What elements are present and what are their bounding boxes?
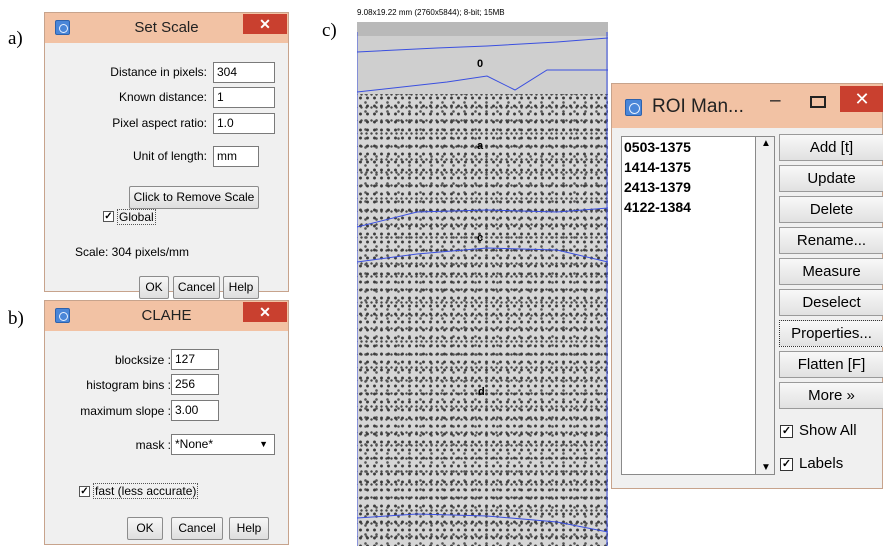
known-distance-field[interactable]: 1 bbox=[213, 87, 275, 108]
histogram-bins-field[interactable]: 256 bbox=[171, 374, 219, 395]
maximum-slope-label: maximum slope : bbox=[80, 404, 171, 418]
panel-label-a: a) bbox=[8, 28, 23, 49]
panel-label-b: b) bbox=[8, 308, 24, 329]
roi-label-2: a bbox=[477, 140, 484, 152]
check-icon: ✓ bbox=[104, 211, 113, 222]
check-icon: ✓ bbox=[781, 458, 792, 470]
chevron-down-icon: ▼ bbox=[259, 439, 268, 449]
close-button[interactable]: ✕ bbox=[840, 86, 883, 112]
scroll-up-icon[interactable]: ▲ bbox=[761, 138, 771, 149]
mask-label: mask : bbox=[135, 438, 171, 452]
distance-in-pixels-label: Distance in pixels: bbox=[110, 65, 207, 79]
image-canvas[interactable]: 0 a c d bbox=[357, 22, 608, 546]
image-info: 9.08x19.22 mm (2760x5844); 8-bit; 15MB bbox=[357, 8, 505, 17]
minimize-button[interactable]: – bbox=[770, 90, 781, 112]
cancel-button[interactable]: Cancel bbox=[171, 517, 223, 540]
blocksize-field[interactable]: 127 bbox=[171, 349, 219, 370]
measure-button[interactable]: Measure bbox=[779, 258, 883, 285]
roi-line-1 bbox=[357, 37, 608, 53]
list-item[interactable]: 4122-1384 bbox=[622, 197, 774, 217]
rename-button[interactable]: Rename... bbox=[779, 227, 883, 254]
close-icon: ✕ bbox=[259, 16, 271, 32]
distance-in-pixels-field[interactable]: 304 bbox=[213, 62, 275, 83]
close-button[interactable]: ✕ bbox=[243, 14, 287, 34]
fast-label: fast (less accurate) bbox=[93, 483, 199, 499]
histogram-bins-label: histogram bins : bbox=[86, 378, 171, 392]
properties-button[interactable]: Properties... bbox=[779, 320, 883, 347]
roi-line-2 bbox=[357, 69, 608, 93]
mask-value: *None* bbox=[175, 437, 214, 451]
fast-checkbox[interactable]: ✓ bbox=[79, 486, 90, 497]
help-button[interactable]: Help bbox=[229, 517, 269, 540]
roi-manager-title: ROI Man... bbox=[652, 96, 744, 117]
panel-label-c: c) bbox=[322, 20, 337, 41]
set-scale-titlebar: Set Scale ✕ bbox=[45, 13, 288, 43]
clahe-titlebar: CLAHE ✕ bbox=[45, 301, 288, 331]
pixel-aspect-ratio-field[interactable]: 1.0 bbox=[213, 113, 275, 134]
list-item[interactable]: 1414-1375 bbox=[622, 157, 774, 177]
roi-line-4 bbox=[357, 247, 608, 263]
deselect-button[interactable]: Deselect bbox=[779, 289, 883, 316]
close-button[interactable]: ✕ bbox=[243, 302, 287, 322]
check-icon: ✓ bbox=[80, 486, 89, 497]
global-checkbox[interactable]: ✓ bbox=[103, 211, 114, 222]
unit-of-length-label: Unit of length: bbox=[132, 149, 207, 163]
roi-line-5 bbox=[357, 513, 608, 533]
set-scale-dialog: Set Scale ✕ Distance in pixels: 304 Know… bbox=[44, 12, 289, 299]
scroll-down-icon[interactable]: ▼ bbox=[761, 462, 771, 473]
more-button[interactable]: More » bbox=[779, 382, 883, 409]
show-all-checkbox[interactable]: ✓ bbox=[780, 425, 793, 438]
roi-label-4: d bbox=[478, 386, 485, 398]
roi-label-3: c bbox=[477, 232, 484, 244]
check-icon: ✓ bbox=[781, 425, 792, 437]
close-icon: ✕ bbox=[259, 304, 271, 320]
scale-text: Scale: 304 pixels/mm bbox=[75, 245, 190, 259]
clahe-dialog: CLAHE ✕ blocksize : 127 histogram bins :… bbox=[44, 300, 289, 545]
flatten-button[interactable]: Flatten [F] bbox=[779, 351, 883, 378]
imagej-icon bbox=[625, 99, 642, 116]
roi-line-3 bbox=[357, 207, 608, 228]
remove-scale-button[interactable]: Click to Remove Scale bbox=[129, 186, 259, 209]
roi-list-scrollbar[interactable]: ▲ ▼ bbox=[755, 136, 775, 475]
maximize-button[interactable] bbox=[810, 96, 826, 108]
global-label: Global bbox=[117, 209, 156, 225]
add-button[interactable]: Add [t] bbox=[779, 134, 883, 161]
unit-of-length-field[interactable]: mm bbox=[213, 146, 259, 167]
roi-list[interactable]: 0503-1375 1414-1375 2413-1379 4122-1384 bbox=[621, 136, 775, 475]
delete-button[interactable]: Delete bbox=[779, 196, 883, 223]
blocksize-label: blocksize : bbox=[114, 353, 171, 367]
ok-button[interactable]: OK bbox=[139, 276, 169, 299]
close-icon: ✕ bbox=[854, 89, 870, 109]
help-button[interactable]: Help bbox=[223, 276, 259, 299]
list-item[interactable]: 0503-1375 bbox=[622, 137, 774, 157]
list-item[interactable]: 2413-1379 bbox=[622, 177, 774, 197]
ok-button[interactable]: OK bbox=[127, 517, 163, 540]
update-button[interactable]: Update bbox=[779, 165, 883, 192]
mask-select[interactable]: *None* ▼ bbox=[171, 434, 275, 455]
known-distance-label: Known distance: bbox=[118, 90, 207, 104]
roi-label-1: 0 bbox=[477, 58, 484, 70]
pixel-aspect-ratio-label: Pixel aspect ratio: bbox=[112, 116, 207, 130]
roi-overlay bbox=[357, 32, 608, 546]
roi-manager-titlebar: ROI Man... – ✕ bbox=[612, 84, 883, 128]
show-all-label: Show All bbox=[799, 422, 857, 439]
maximum-slope-field[interactable]: 3.00 bbox=[171, 400, 219, 421]
roi-manager-window: ROI Man... – ✕ 0503-1375 1414-1375 2413-… bbox=[611, 83, 883, 489]
labels-label: Labels bbox=[799, 455, 844, 472]
labels-checkbox[interactable]: ✓ bbox=[780, 458, 793, 471]
cancel-button[interactable]: Cancel bbox=[173, 276, 220, 299]
